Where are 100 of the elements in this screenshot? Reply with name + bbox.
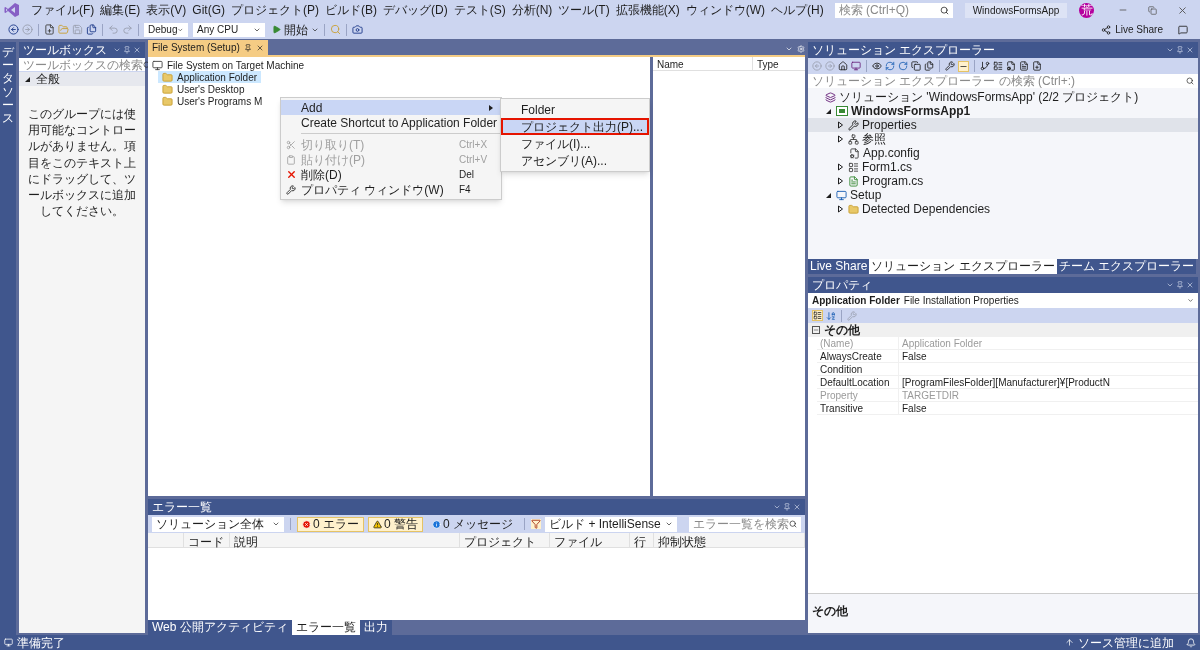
pin-icon[interactable]	[243, 43, 252, 52]
list-icon[interactable]	[993, 61, 1003, 71]
menu-item[interactable]: 表示(V)	[143, 1, 190, 19]
close-icon[interactable]	[1186, 46, 1194, 54]
feedback-icon[interactable]	[1178, 24, 1188, 35]
object-selector[interactable]: Application Folder File Installation Properties	[808, 293, 1198, 308]
menu-item[interactable]: ウィンドウ(W)	[682, 1, 768, 19]
show-all-files-icon[interactable]	[924, 61, 934, 71]
solution-search-field[interactable]: ソリューション エクスプローラー の検索 (Ctrl+:)	[808, 74, 1198, 88]
user-avatar[interactable]: 荒	[1079, 2, 1094, 18]
menu-item[interactable]: テスト(S)	[450, 1, 509, 19]
dropdown-icon[interactable]	[785, 45, 793, 53]
menu-item[interactable]: Git(G)	[189, 1, 228, 19]
file-icon[interactable]	[1019, 61, 1029, 71]
save-all-icon[interactable]	[86, 24, 97, 35]
filter-icon[interactable]	[531, 519, 542, 529]
collapse-arrow-icon[interactable]	[825, 107, 832, 115]
filter-toggle-button[interactable]: 0 エラー	[297, 516, 364, 532]
platform-dropdown[interactable]: Any CPU	[193, 22, 265, 37]
configuration-dropdown[interactable]: Debug	[144, 22, 188, 37]
collapse-arrow-icon[interactable]	[825, 191, 832, 199]
dropdown-icon[interactable]	[1166, 281, 1174, 289]
tree-item[interactable]: WindowsFormsApp1	[808, 104, 1198, 118]
panel-tab[interactable]: Live Share	[808, 259, 870, 274]
new-file-icon[interactable]	[44, 24, 55, 35]
context-menu-item[interactable]: Create Shortcut to Application Folder	[281, 115, 501, 130]
dropdown-icon[interactable]	[1166, 46, 1174, 54]
tree-item[interactable]: Setup	[808, 188, 1198, 202]
menu-item[interactable]: ヘルプ(H)	[768, 1, 827, 19]
panel-tab[interactable]: 出力	[359, 620, 392, 635]
search-field[interactable]: 検索 (Ctrl+Q)	[834, 2, 953, 18]
tree-item[interactable]: User's Programs M	[158, 95, 267, 107]
settings-icon[interactable]	[797, 45, 805, 53]
start-button[interactable]: 開始	[272, 20, 308, 39]
property-name[interactable]: DefaultLocation	[817, 376, 899, 388]
tree-item[interactable]: Application Folder	[158, 71, 262, 83]
property-name[interactable]: Condition	[817, 363, 899, 375]
context-menu-item[interactable]: プロパティ ウィンドウ(W) F4	[281, 182, 501, 197]
category-header[interactable]: その他	[808, 323, 1198, 337]
toolbox-search-field[interactable]: ツールボックスの検索	[19, 58, 145, 72]
pin-icon[interactable]	[123, 46, 131, 54]
filter-toggle-button[interactable]: 0 メッセージ	[427, 516, 519, 532]
submenu-item[interactable]: ファイル(I)...	[501, 135, 649, 152]
add-file-icon[interactable]	[1032, 61, 1042, 71]
menu-item[interactable]: 拡張機能(X)	[612, 1, 683, 19]
property-name[interactable]: AlwaysCreate	[817, 350, 899, 362]
file-settings-icon[interactable]	[1006, 61, 1016, 71]
tree-item[interactable]: Form1.cs	[808, 160, 1198, 174]
property-value[interactable]: False	[899, 350, 930, 362]
source-control-button[interactable]: ソース管理に追加	[1065, 633, 1174, 650]
column-header[interactable]: プロジェクト	[460, 533, 550, 547]
menu-item[interactable]: 分析(N)	[508, 1, 556, 19]
panel-tab[interactable]: エラー一覧	[291, 620, 360, 635]
refresh-icon[interactable]	[898, 61, 908, 71]
menu-item[interactable]: プロジェクト(P)	[228, 1, 322, 19]
submenu-item[interactable]: アセンブリ(A)...	[501, 152, 649, 169]
scope-dropdown[interactable]: ソリューション全体	[152, 516, 284, 532]
menu-item[interactable]: ビルド(B)	[322, 1, 380, 19]
tree-item[interactable]: Detected Dependencies	[808, 202, 1198, 216]
submenu-item[interactable]: プロジェクト出力(P)...	[501, 118, 649, 135]
context-menu-item[interactable]: Add	[281, 100, 501, 115]
camera-icon[interactable]	[352, 24, 363, 35]
column-header[interactable]: ファイル	[550, 533, 630, 547]
categorized-icon[interactable]	[812, 310, 823, 321]
panel-tab[interactable]: ソリューション エクスプローラー	[869, 259, 1057, 274]
build-filter-dropdown[interactable]: ビルド + IntelliSense	[545, 516, 678, 532]
menu-item[interactable]: デバッグ(D)	[380, 1, 451, 19]
back-icon[interactable]	[8, 24, 19, 35]
close-icon[interactable]	[1177, 4, 1188, 16]
toolbox-group-header[interactable]: 全般	[19, 72, 145, 86]
close-icon[interactable]	[793, 503, 801, 511]
tree-item[interactable]: ソリューション 'WindowsFormsApp' (2/2 プロジェクト)	[808, 90, 1198, 104]
column-header[interactable]: 抑制状態	[654, 533, 805, 547]
live-share-button[interactable]: Live Share	[1101, 22, 1163, 37]
menu-item[interactable]: ファイル(F)	[28, 1, 98, 19]
tree-item[interactable]: User's Desktop	[158, 83, 249, 95]
tree-item[interactable]: File System on Target Machine	[148, 59, 309, 71]
column-header[interactable]: 行	[630, 533, 654, 547]
pin-icon[interactable]	[783, 503, 791, 511]
context-menu-item[interactable]: 削除(D) Del	[281, 167, 501, 182]
submenu-item[interactable]: Folder	[501, 101, 649, 118]
column-header[interactable]: 説明	[230, 533, 460, 547]
error-search-field[interactable]: エラー一覧を検索	[689, 516, 801, 532]
wrench-icon[interactable]	[945, 61, 955, 71]
dropdown-icon[interactable]	[773, 503, 781, 511]
dropdown-icon[interactable]	[113, 46, 121, 54]
column-header[interactable]: コード	[184, 533, 230, 547]
branch-icon[interactable]	[980, 61, 990, 71]
filter-toggle-button[interactable]: 0 警告	[368, 516, 424, 532]
tree-item[interactable]: Program.cs	[808, 174, 1198, 188]
collapse-arrow-icon[interactable]	[24, 75, 31, 83]
expand-arrow-icon[interactable]	[837, 205, 844, 213]
menu-item[interactable]: ツール(T)	[555, 1, 613, 19]
close-icon[interactable]	[255, 43, 264, 52]
panel-tab[interactable]: Web 公開アクティビティ	[148, 620, 292, 635]
menu-item[interactable]: 編集(E)	[97, 1, 144, 19]
notification-icon[interactable]	[1186, 637, 1196, 648]
home-icon[interactable]	[838, 61, 848, 71]
panel-tab[interactable]: チーム エクスプローラー	[1056, 259, 1197, 274]
restore-icon[interactable]	[1148, 5, 1157, 15]
